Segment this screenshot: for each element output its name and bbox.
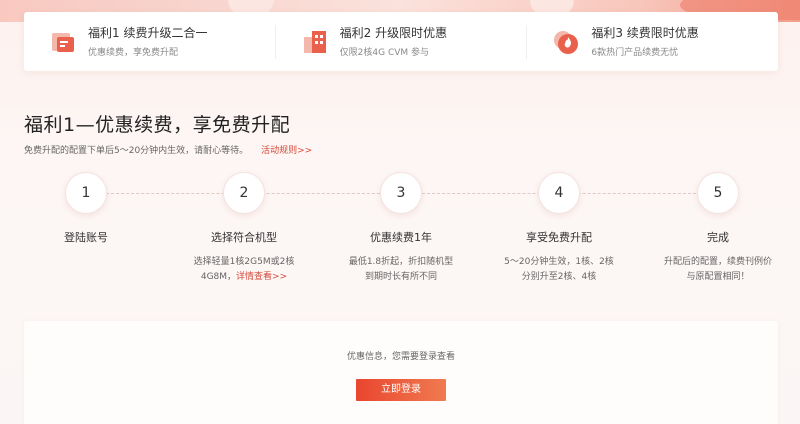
step-5: 5 完成 升配后的配置，续费刊例价与原配置相同！ <box>648 172 788 285</box>
step-number: 2 <box>223 172 265 214</box>
activity-rules-link[interactable]: 活动规则>> <box>261 146 312 156</box>
step-title: 享受免费升配 <box>526 231 592 244</box>
login-panel: 优惠信息，您需要登录查看 立即登录 <box>24 321 778 424</box>
benefit-title: 福利2 升级限时优惠 <box>339 25 448 40</box>
login-button[interactable]: 立即登录 <box>356 379 446 401</box>
benefit-desc: 优惠续费，享免费升配 <box>88 47 179 58</box>
section-title: 福利1—优惠续费，享免费升配 <box>24 114 291 136</box>
step-number: 1 <box>65 172 107 214</box>
benefit-cards: 福利1 续费升级二合一 优惠续费，享免费升配 福利2 升级限时优惠 仅限2核4G… <box>24 12 778 71</box>
step-1: 1 登陆账号 <box>16 172 156 245</box>
login-info-text: 优惠信息，您需要登录查看 <box>346 352 455 362</box>
step-title: 选择符合机型 <box>211 231 277 244</box>
step-desc: 最低1.8折起，折扣随机型到期时长有所不同 <box>348 257 454 282</box>
step-desc: 升配后的配置，续费刊例价与原配置相同！ <box>663 257 772 282</box>
benefit-desc: 6款热门产品续费无忧 <box>591 47 679 58</box>
benefit-title: 福利1 续费升级二合一 <box>88 25 208 40</box>
server-renew-icon <box>48 27 78 57</box>
step-desc: 选择轻量1核2G5M或2核4G8M，详情查看>> <box>174 255 314 285</box>
step-number: 3 <box>380 172 422 214</box>
step-desc: 5～20分钟生效，1核、2核分别升至2核、4核 <box>504 257 614 282</box>
benefit-card-2[interactable]: 福利2 升级限时优惠 仅限2核4G CVM 参与 <box>276 24 528 59</box>
step-title: 登陆账号 <box>64 231 108 244</box>
section-subtitle: 免费升配的配置下单后5～20分钟内生效，请耐心等待。 活动规则>> <box>24 143 312 156</box>
step-number: 4 <box>538 172 580 214</box>
benefit-title: 福利3 续费限时优惠 <box>591 25 699 40</box>
step-2: 2 选择符合机型 选择轻量1核2G5M或2核4G8M，详情查看>> <box>174 172 314 285</box>
step-number: 5 <box>697 172 739 214</box>
step-3: 3 优惠续费1年 最低1.8折起，折扣随机型到期时长有所不同 <box>331 172 471 285</box>
section-subtitle-text: 免费升配的配置下单后5～20分钟内生效，请耐心等待。 <box>24 146 249 156</box>
flame-badge-icon <box>551 27 581 57</box>
building-upgrade-icon <box>300 27 330 57</box>
step-title: 优惠续费1年 <box>370 231 432 244</box>
steps-flow: 1 登陆账号 2 选择符合机型 选择轻量1核2G5M或2核4G8M，详情查看>>… <box>24 172 778 292</box>
benefit-card-3[interactable]: 福利3 续费限时优惠 6款热门产品续费无忧 <box>527 25 778 59</box>
benefit-desc: 仅限2核4G CVM 参与 <box>339 47 430 58</box>
benefit-card-1[interactable]: 福利1 续费升级二合一 优惠续费，享免费升配 <box>24 24 276 59</box>
step-4: 4 享受免费升配 5～20分钟生效，1核、2核分别升至2核、4核 <box>489 172 629 285</box>
details-link[interactable]: 详情查看>> <box>236 272 287 282</box>
step-title: 完成 <box>707 231 729 244</box>
